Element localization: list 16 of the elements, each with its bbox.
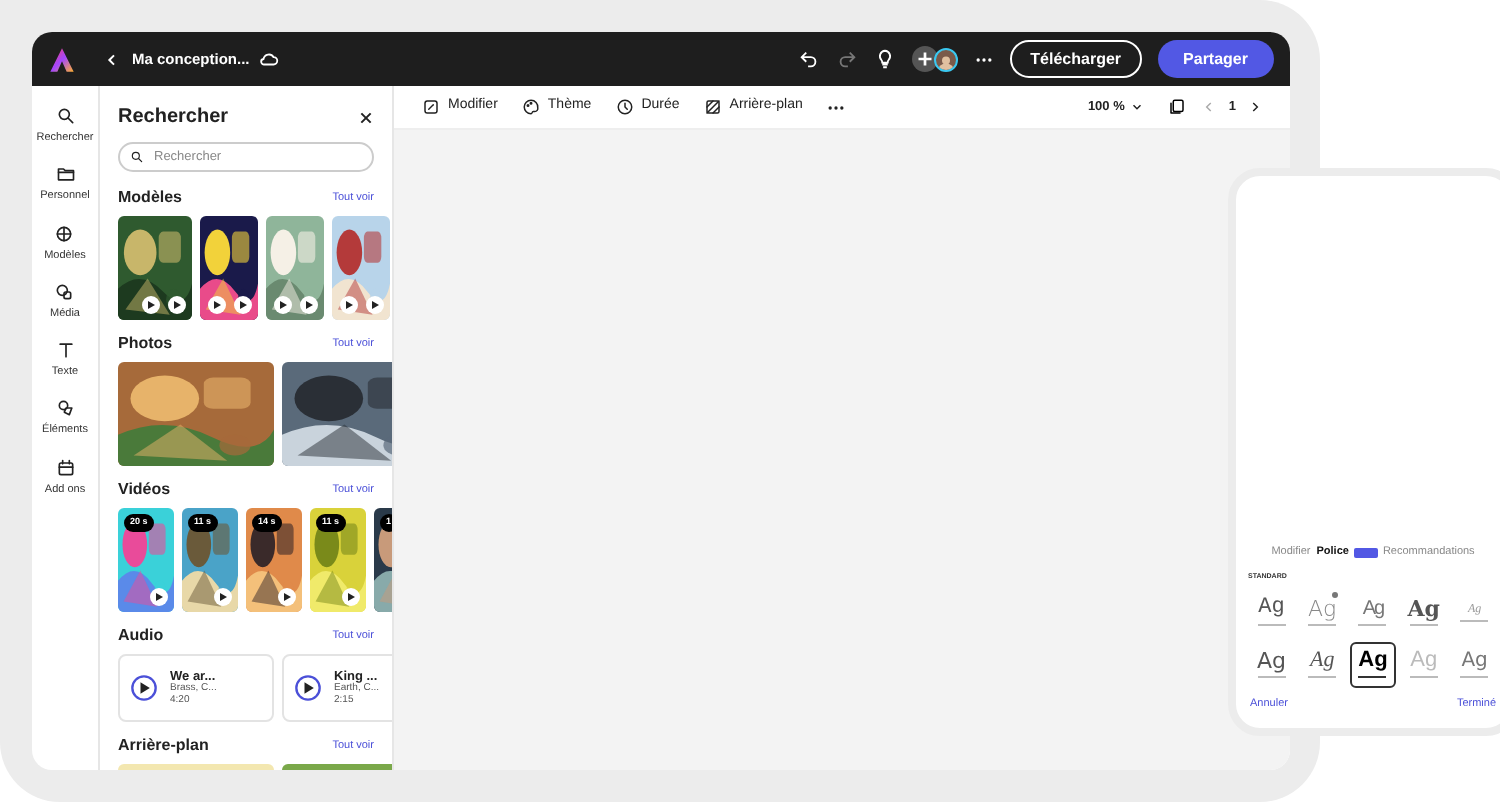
section-title: Modèles xyxy=(118,186,183,210)
font-option[interactable]: Ag xyxy=(1248,641,1295,688)
panel-title: Rechercher xyxy=(118,104,229,132)
share-button[interactable]: Partager xyxy=(1157,40,1274,78)
section-title: Vidéos xyxy=(118,478,171,502)
font-option[interactable]: Ag xyxy=(1349,641,1397,688)
section-title: Arrière-plan xyxy=(118,734,209,758)
font-option[interactable]: Ag xyxy=(1451,641,1498,688)
font-option[interactable]: Ag xyxy=(1400,589,1448,636)
font-option[interactable]: Ag xyxy=(1349,589,1397,636)
font-option[interactable]: Ag xyxy=(1298,589,1346,636)
font-option[interactable]: Ag xyxy=(1298,641,1346,688)
download-button[interactable]: Télécharger xyxy=(1010,40,1142,78)
section-title: Photos xyxy=(118,332,173,356)
font-option[interactable]: Ag xyxy=(1248,589,1295,636)
section-title: Audio xyxy=(118,624,164,648)
